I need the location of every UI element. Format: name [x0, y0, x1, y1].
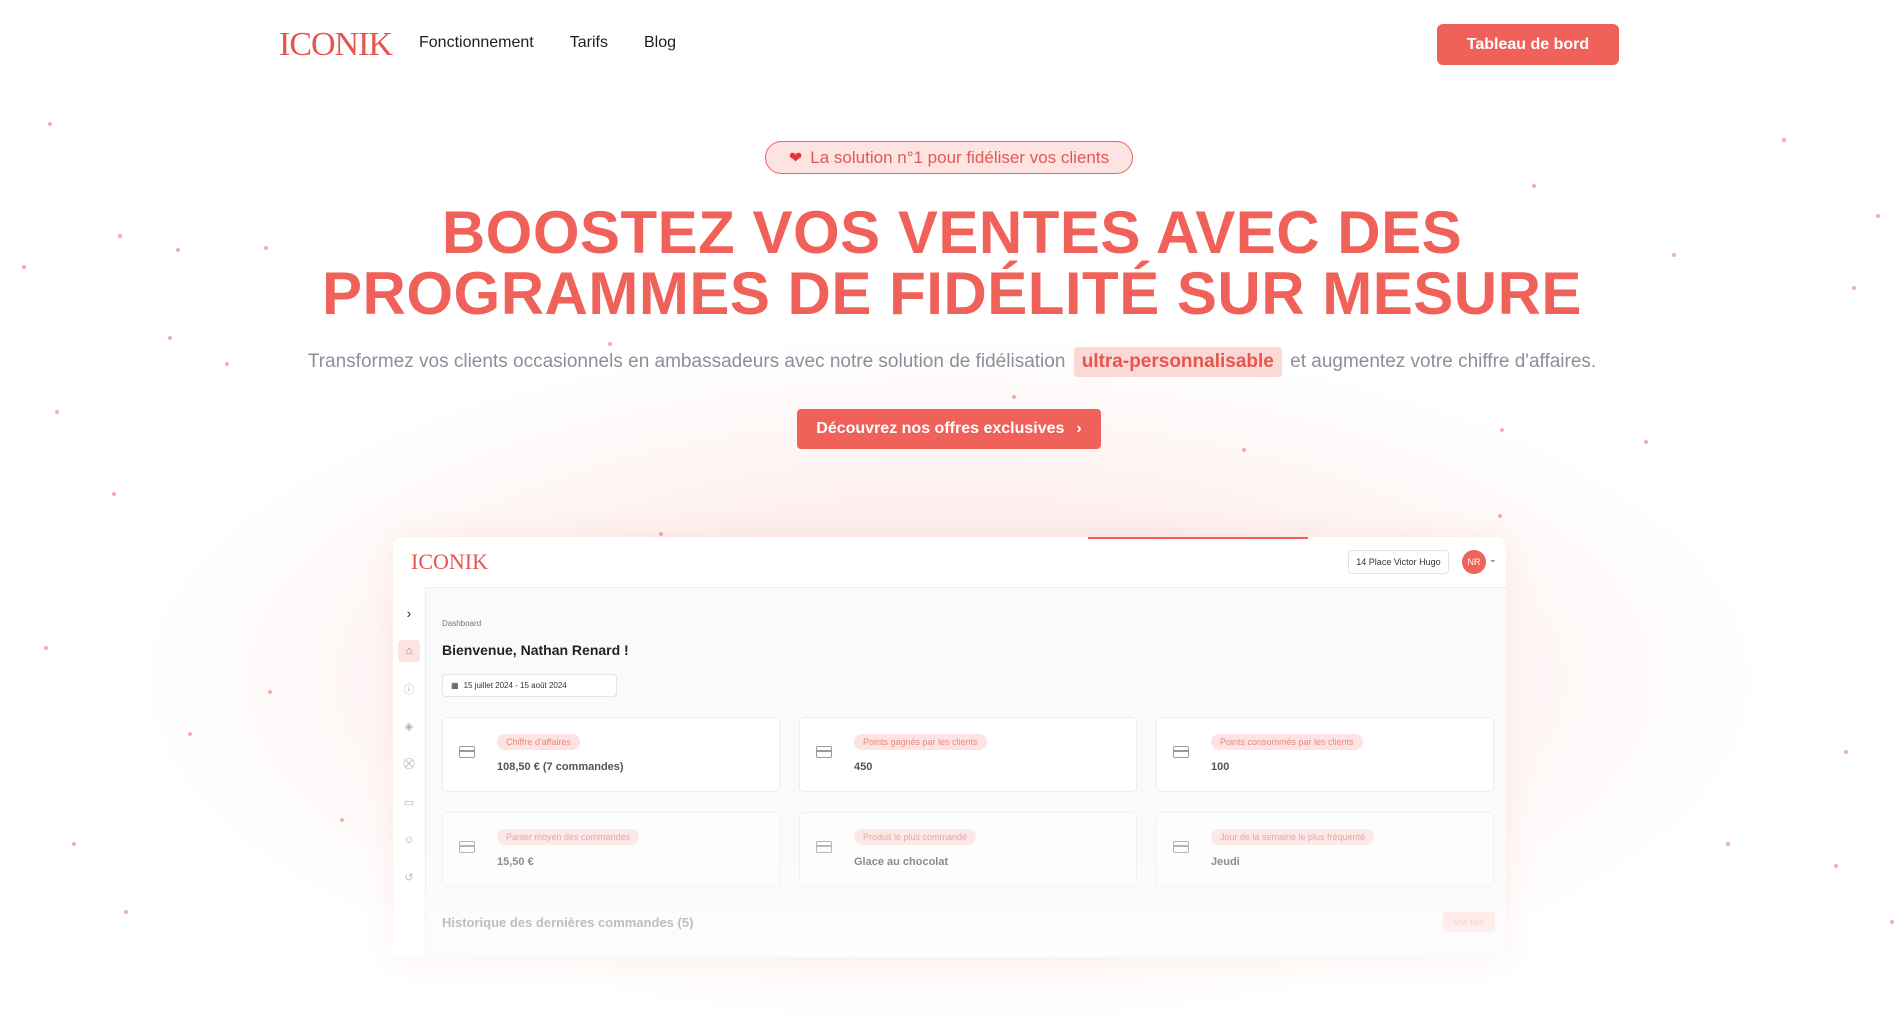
offers-button[interactable]: Découvrez nos offres exclusives › [797, 409, 1101, 449]
info-icon[interactable]: ⓘ [398, 678, 420, 700]
stat-label: Chiffre d'affaires [497, 734, 580, 750]
brand-logo[interactable]: ICONIK [279, 26, 393, 64]
chevron-right-icon[interactable]: › [398, 602, 420, 624]
decorative-dot [659, 532, 663, 536]
page-title: Bienvenue, Nathan Renard ! [442, 642, 629, 658]
hero-subtitle-before: Transformez vos clients occasionnels en … [307, 351, 1066, 372]
breadcrumb[interactable]: Dashboard [442, 619, 481, 628]
chevron-down-icon[interactable]: ⌄ [1489, 554, 1497, 565]
calendar-icon: ▦ [451, 681, 459, 690]
credit-card-icon [816, 841, 832, 853]
decorative-dot [1500, 428, 1504, 432]
decorative-dot [1532, 184, 1536, 188]
decorative-dot [608, 342, 612, 346]
decorative-dot [72, 842, 76, 846]
credit-card-icon [1173, 746, 1189, 758]
credit-card-icon [816, 746, 832, 758]
dashboard-sidebar: › ⌂ ⓘ ◈ ⛒ ▭ ☺ ↺ [393, 587, 426, 957]
decorative-dot [1844, 750, 1848, 754]
stat-card-points-consumed: Points consommés par les clients 100 [1156, 717, 1494, 792]
nav-link-blog[interactable]: Blog [644, 34, 676, 52]
hero-title-line2: PROGRAMMES DE FIDÉLITÉ SUR MESURE [322, 260, 1582, 327]
stat-card-points-earned: Points gagnés par les clients 450 [799, 717, 1137, 792]
stat-label: Panier moyen des commandes [497, 829, 640, 845]
orders-history-title: Historique des dernières commandes (5) [442, 915, 694, 930]
history-icon[interactable]: ↺ [398, 866, 420, 888]
dashboard-logo: ICONIK [411, 549, 488, 574]
hero-subtitle-after: et augmentez votre chiffre d'affaires. [1290, 351, 1597, 372]
home-icon[interactable]: ⌂ [398, 640, 420, 662]
stat-label: Jour de la semaine le plus fréquenté [1211, 829, 1375, 845]
dashboard-header: ICONIK 14 Place Victor Hugo NR ⌄ [393, 537, 1506, 588]
hero-subtitle-highlight: ultra-personnalisable [1073, 347, 1282, 377]
decorative-dot [1834, 864, 1838, 868]
chevron-right-icon: › [1076, 420, 1082, 437]
date-range-picker[interactable]: ▦ 15 juillet 2024 - 15 août 2024 [442, 674, 617, 697]
ticket-icon[interactable]: ▭ [398, 791, 420, 813]
avatar[interactable]: NR [1462, 550, 1486, 574]
nav-link-tarifs[interactable]: Tarifs [570, 34, 608, 52]
decorative-dot [340, 818, 344, 822]
hero-badge-text: La solution n°1 pour fidéliser vos clien… [810, 147, 1110, 167]
heart-icon: ❤ [788, 149, 803, 167]
hero-badge: ❤ La solution n°1 pour fidéliser vos cli… [765, 141, 1133, 174]
stat-card-revenue: Chiffre d'affaires 108,50 € (7 commandes… [442, 717, 780, 792]
stat-card-average-basket: Panier moyen des commandes 15,50 € [442, 812, 780, 887]
box-icon[interactable]: ◈ [398, 715, 420, 737]
stat-value: Glace au chocolat [854, 856, 949, 868]
dashboard-button[interactable]: Tableau de bord [1437, 24, 1619, 65]
stat-card-busiest-day: Jour de la semaine le plus fréquenté Jeu… [1156, 812, 1494, 887]
decorative-dot [1644, 440, 1648, 444]
decorative-dot [188, 732, 192, 736]
cart-icon[interactable]: ⛒ [398, 753, 420, 775]
decorative-dot [44, 646, 48, 650]
credit-card-icon [1173, 841, 1189, 853]
offers-button-label: Découvrez nos offres exclusives [816, 420, 1065, 437]
hero-title-line1: BOOSTEZ VOS VENTES AVEC DES [441, 199, 1463, 266]
decorative-dot [1890, 920, 1894, 924]
decorative-dot [1782, 138, 1786, 142]
hero-title: BOOSTEZ VOS VENTES AVEC DES PROGRAMMES D… [0, 202, 1904, 324]
credit-card-icon [459, 841, 475, 853]
stat-value: 108,50 € (7 commandes) [497, 761, 624, 773]
decorative-dot [1012, 395, 1016, 399]
decorative-dot [1498, 514, 1502, 518]
decorative-dot [112, 492, 116, 496]
decorative-dot [168, 336, 172, 340]
see-all-button[interactable]: Voir tout [1443, 912, 1495, 932]
date-range-label: 15 juillet 2024 - 15 août 2024 [463, 681, 567, 690]
accent-line [1088, 537, 1308, 539]
stat-card-top-product: Produit le plus commandé Glace au chocol… [799, 812, 1137, 887]
stat-label: Points gagnés par les clients [854, 734, 987, 750]
decorative-dot [124, 910, 128, 914]
stat-label: Points consommés par les clients [1211, 734, 1363, 750]
nav-links: Fonctionnement Tarifs Blog [419, 34, 676, 52]
decorative-dot [1726, 842, 1730, 846]
decorative-dot [48, 122, 52, 126]
stat-value: 450 [854, 761, 873, 773]
decorative-dot [268, 690, 272, 694]
decorative-dot [1242, 448, 1246, 452]
stat-value: 100 [1211, 761, 1230, 773]
top-nav: ICONIK Fonctionnement Tarifs Blog Tablea… [0, 0, 1904, 90]
dashboard-preview: ICONIK 14 Place Victor Hugo NR ⌄ › ⌂ ⓘ ◈… [393, 537, 1506, 957]
credit-card-icon [459, 746, 475, 758]
hero-subtitle: Transformez vos clients occasionnels en … [0, 347, 1904, 377]
stat-value: 15,50 € [497, 856, 534, 868]
address-selector[interactable]: 14 Place Victor Hugo [1348, 550, 1449, 574]
stat-value: Jeudi [1211, 856, 1240, 868]
nav-link-fonctionnement[interactable]: Fonctionnement [419, 34, 534, 52]
users-icon[interactable]: ☺ [398, 829, 420, 851]
decorative-dot [55, 410, 59, 414]
stat-label: Produit le plus commandé [854, 829, 977, 845]
